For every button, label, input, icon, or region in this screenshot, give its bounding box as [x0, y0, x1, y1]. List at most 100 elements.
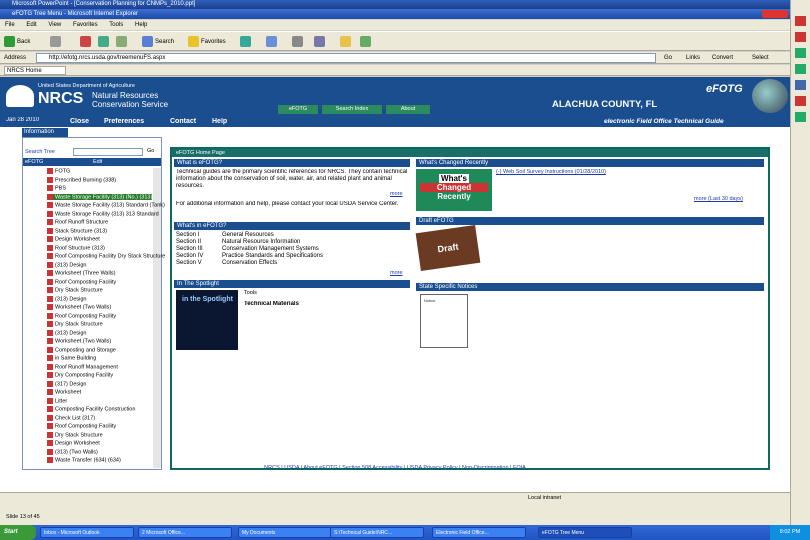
- spotlight-link[interactable]: Technical Materials: [244, 301, 299, 307]
- go-button[interactable]: Go: [664, 52, 672, 63]
- tree-item[interactable]: (313) Design: [47, 261, 87, 268]
- links-item-nrcs-home[interactable]: NRCS Home: [4, 66, 66, 75]
- research-button[interactable]: [360, 35, 373, 49]
- tree-item[interactable]: Worksheet (Three Walls): [47, 270, 116, 276]
- office-icon-4[interactable]: [795, 64, 806, 74]
- search-tree-input[interactable]: [73, 148, 143, 156]
- nav-contact[interactable]: Contact: [170, 118, 196, 125]
- start-button[interactable]: Start: [0, 525, 36, 540]
- tree-item[interactable]: Roof Composting Facility Dry Stack Struc…: [47, 253, 165, 259]
- home-button[interactable]: [116, 35, 129, 49]
- state-notice-document[interactable]: Notice: [420, 294, 468, 348]
- taskbar-task[interactable]: My Documents: [238, 527, 332, 538]
- section-row[interactable]: Section V Conservation Effects: [176, 260, 408, 267]
- office-icon-6[interactable]: [795, 96, 806, 106]
- tree-item[interactable]: Stack Structure (313): [47, 227, 107, 234]
- taskbar-task[interactable]: eFOTG Tree Menu: [538, 527, 632, 538]
- tree-item[interactable]: Worksheet (Two Walls): [47, 304, 111, 310]
- tree-item[interactable]: Roof Composting Facility: [47, 278, 116, 285]
- menu-help[interactable]: Help: [135, 22, 147, 28]
- tree-item[interactable]: Waste Transfer (634) (634): [47, 457, 121, 463]
- tree-item[interactable]: Composting and Storage: [47, 346, 116, 353]
- taskbar-task[interactable]: S:\Technical Guide\NRC...: [330, 527, 424, 538]
- tree-item[interactable]: (313) (Two Walls): [47, 448, 98, 455]
- tree-item[interactable]: (313) Design: [47, 329, 87, 336]
- tree-item[interactable]: Roof Composting Facility: [47, 423, 116, 429]
- convert-button[interactable]: Convert: [712, 52, 733, 63]
- tree-item[interactable]: Litter: [47, 397, 67, 404]
- section-row[interactable]: Section I General Resources: [176, 232, 408, 239]
- search-button[interactable]: Search: [142, 35, 174, 49]
- tree-item[interactable]: Composting Facility Construction: [47, 406, 135, 412]
- office-icon-2[interactable]: [795, 32, 806, 42]
- tree-item[interactable]: (317) Design: [47, 380, 87, 387]
- print-button[interactable]: [292, 35, 305, 49]
- changed-recently-image[interactable]: What's Changed Recently: [416, 169, 492, 211]
- menu-favorites[interactable]: Favorites: [73, 22, 98, 28]
- tree-item[interactable]: Worksheet: [47, 389, 81, 395]
- changed-more-link[interactable]: more (Last 30 days): [694, 196, 743, 202]
- information-tab[interactable]: Information: [22, 128, 68, 137]
- forward-button[interactable]: [50, 35, 63, 49]
- site-footer[interactable]: NRCS | USDA | About eFOTG | Section 508 …: [0, 465, 790, 475]
- window-controls[interactable]: [762, 10, 788, 18]
- history-button[interactable]: [240, 35, 253, 49]
- folder-button[interactable]: [340, 35, 353, 49]
- favorites-button[interactable]: Favorites: [188, 35, 226, 49]
- tree-item[interactable]: Worksheet (Two Walls): [47, 338, 111, 344]
- changed-link[interactable]: (-) Web Soil Survey Instructions (01/28/…: [496, 169, 606, 175]
- back-button[interactable]: Back: [4, 35, 30, 49]
- spotlight-image[interactable]: in the Spotlight: [176, 290, 238, 350]
- address-input[interactable]: http://efotg.nrcs.usda.gov/treemenuFS.as…: [36, 53, 656, 63]
- taskbar-task[interactable]: 2 Microsoft Office...: [138, 527, 232, 538]
- search-tree-go[interactable]: Go: [147, 148, 154, 154]
- section-row[interactable]: Section IV Practice Standards and Specifi…: [176, 253, 408, 260]
- tree-item[interactable]: Roof Runoff Structure: [47, 219, 108, 225]
- links-label[interactable]: Links: [686, 52, 700, 63]
- tree-item[interactable]: Dry Stack Structure: [47, 431, 103, 438]
- office-icon-1[interactable]: [795, 16, 806, 26]
- edit-button[interactable]: [314, 35, 327, 49]
- tree-item[interactable]: Check List (317): [47, 414, 95, 421]
- tree-item[interactable]: Design Worksheet: [47, 236, 100, 242]
- menu-tools[interactable]: Tools: [109, 22, 123, 28]
- tab-about[interactable]: About: [386, 105, 430, 114]
- tab-efotg[interactable]: eFOTG: [278, 105, 318, 114]
- office-icon-7[interactable]: [795, 112, 806, 122]
- tree-item[interactable]: PBS: [47, 185, 66, 191]
- mail-button[interactable]: [266, 35, 279, 49]
- tree-item[interactable]: Waste Storage Facility (313) 313 Standar…: [47, 210, 159, 217]
- taskbar-task[interactable]: Electronic Field Office...: [432, 527, 526, 538]
- office-icon-5[interactable]: [795, 80, 806, 90]
- section-row[interactable]: Section II Natural Resource Information: [176, 239, 408, 246]
- tree-item[interactable]: FOTG: [47, 168, 70, 174]
- tree-item[interactable]: Dry Composting Facility: [47, 372, 113, 378]
- tree-item[interactable]: Design Worksheet: [47, 440, 100, 446]
- section-row[interactable]: Section III Conservation Management Syste…: [176, 246, 408, 253]
- in-more-link[interactable]: more: [390, 270, 403, 276]
- tree-item[interactable]: Waste Storage Facility (313) (No.) (313): [47, 193, 153, 200]
- tab-search-index[interactable]: Search Index: [322, 105, 382, 114]
- select-button[interactable]: Select: [752, 52, 769, 63]
- nav-close[interactable]: Close: [70, 118, 89, 125]
- draft-image[interactable]: Draft: [415, 225, 481, 271]
- tree-item[interactable]: Dry Stack Structure: [47, 321, 103, 327]
- office-icon-3[interactable]: [795, 48, 806, 58]
- tree-item[interactable]: Waste Storage Facility (313) Standard (T…: [47, 202, 165, 208]
- tree-item[interactable]: Roof Structure (313): [47, 244, 105, 251]
- tree-item[interactable]: Roof Runoff Management: [47, 363, 118, 370]
- stop-button[interactable]: [80, 35, 93, 49]
- menu-file[interactable]: File: [5, 22, 15, 28]
- menu-view[interactable]: View: [48, 22, 61, 28]
- tree-item[interactable]: Prescribed Burning (338): [47, 176, 116, 183]
- nav-help[interactable]: Help: [212, 118, 227, 125]
- tree-item[interactable]: Roof Composting Facility: [47, 312, 116, 319]
- tree-item[interactable]: (313) Design: [47, 295, 87, 302]
- tree-item[interactable]: in Same Building: [47, 355, 96, 361]
- refresh-button[interactable]: [98, 35, 111, 49]
- nav-preferences[interactable]: Preferences: [104, 118, 144, 125]
- tree-item[interactable]: Dry Stack Structure: [47, 287, 103, 293]
- what-more-link[interactable]: more: [390, 191, 403, 197]
- menu-edit[interactable]: Edit: [26, 22, 36, 28]
- taskbar-task[interactable]: Inbox - Microsoft Outlook: [40, 527, 134, 538]
